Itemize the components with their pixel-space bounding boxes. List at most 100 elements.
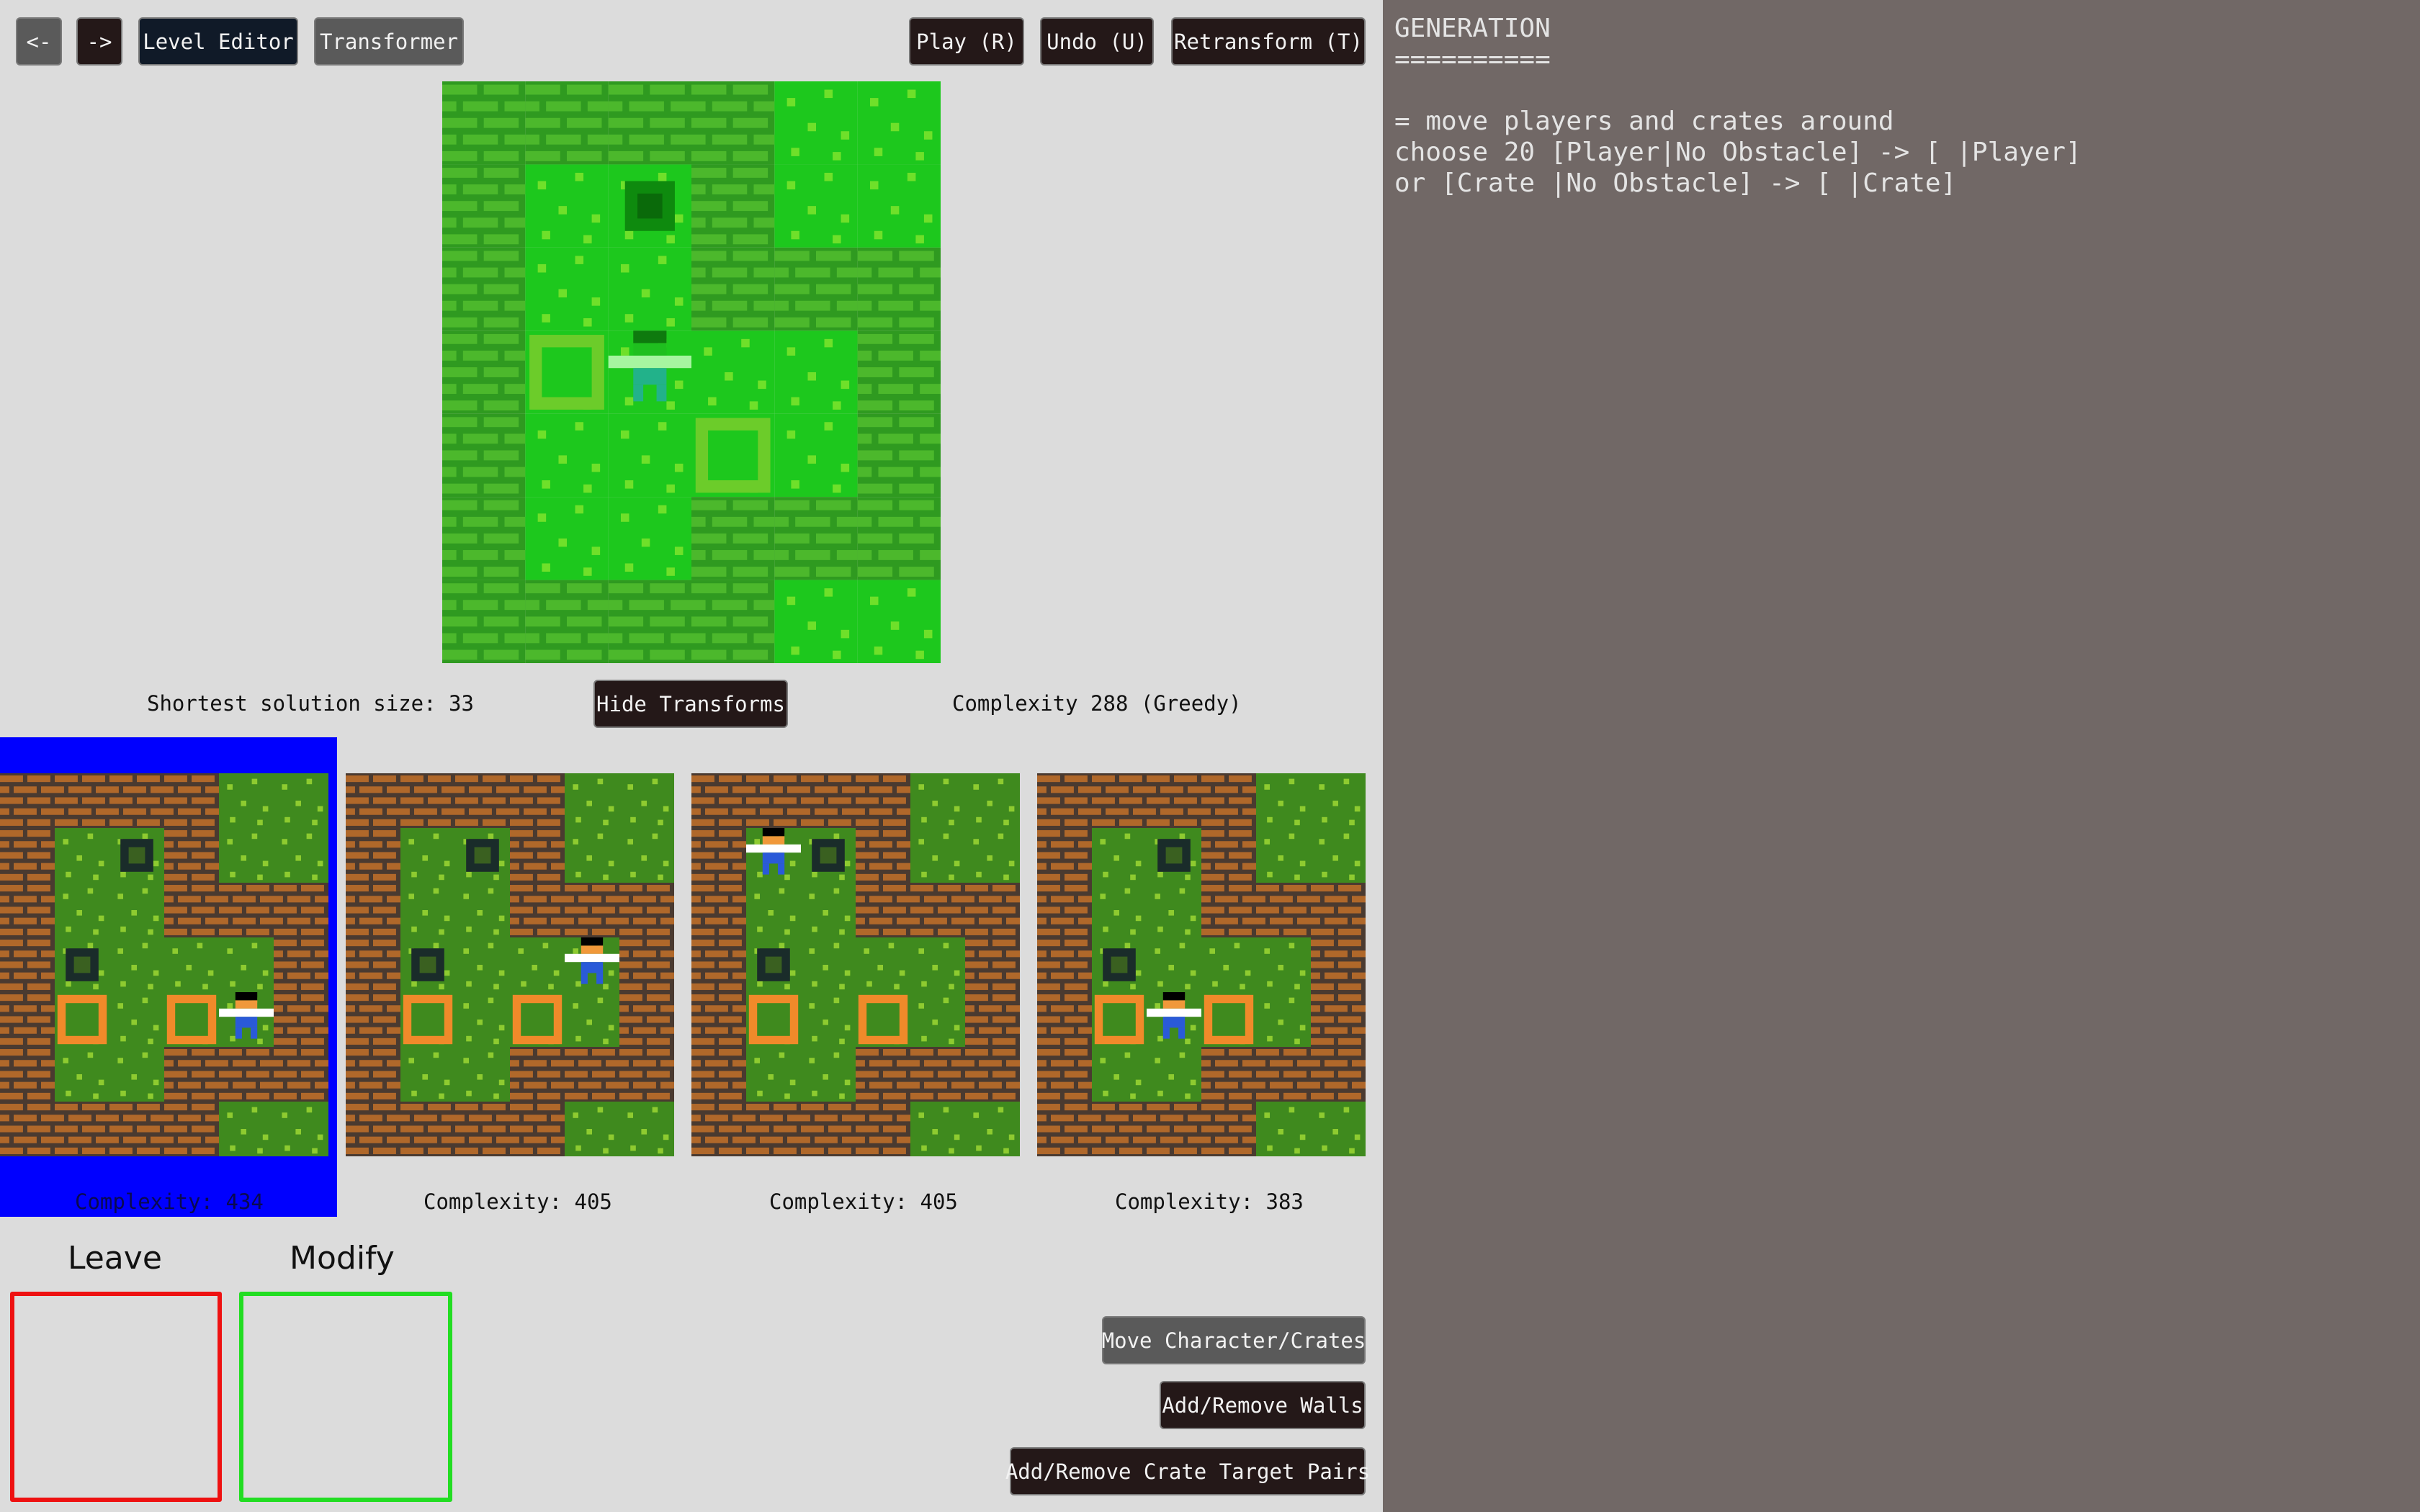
wall-brick <box>1051 950 1074 958</box>
wall-brick <box>301 885 324 892</box>
wall-brick <box>1133 1115 1147 1122</box>
wall-brick <box>287 1027 310 1034</box>
floor-speck <box>284 871 290 878</box>
wall-brick <box>992 961 1016 968</box>
wall-brick <box>537 1104 560 1111</box>
wall-brick <box>691 317 727 328</box>
wall-brick <box>233 1081 256 1089</box>
floor-speck <box>583 567 592 576</box>
modify-dropzone[interactable] <box>239 1292 452 1502</box>
wall-brick <box>1270 1060 1293 1067</box>
wall-brick <box>1078 1005 1092 1012</box>
wall-brick <box>938 906 961 914</box>
wall-brick <box>41 1115 55 1122</box>
wall-brick <box>537 885 560 892</box>
wall-brick <box>1283 1049 1307 1056</box>
play-button[interactable]: Play (R) <box>909 17 1024 66</box>
leave-dropzone[interactable] <box>10 1292 222 1502</box>
floor-speck <box>918 1112 924 1118</box>
wall-brick <box>633 1060 656 1067</box>
wall-brick <box>205 1060 219 1067</box>
floor-speck <box>477 965 483 971</box>
wall-brick <box>455 1136 465 1143</box>
wall-brick <box>260 917 274 924</box>
wall-brick <box>1051 1027 1074 1034</box>
wall-brick <box>592 1071 615 1078</box>
back-button[interactable]: <- <box>16 17 62 66</box>
forward-button[interactable]: -> <box>76 17 122 66</box>
floor-speck <box>230 981 236 987</box>
transform-thumbnail[interactable] <box>346 773 674 1156</box>
wall-brick <box>0 972 9 979</box>
wall-brick <box>41 808 55 815</box>
wall-brick <box>123 1136 146 1143</box>
floor-speck <box>1135 1079 1142 1086</box>
floor-speck <box>477 1020 483 1025</box>
wall-brick <box>869 1081 892 1089</box>
floor-speck <box>1124 1052 1131 1058</box>
wall-brick <box>525 633 539 644</box>
transform-thumbnail[interactable] <box>1037 773 1366 1156</box>
floor-speck <box>666 567 675 576</box>
wall-brick <box>137 797 160 804</box>
level-editor-button[interactable]: Level Editor <box>138 17 298 66</box>
floor-speck <box>894 984 900 990</box>
wall-brick <box>1006 896 1020 903</box>
wall-brick <box>455 1147 478 1154</box>
wall-brick <box>27 1104 50 1111</box>
wall-brick <box>691 917 701 924</box>
wall-brick <box>96 1136 109 1143</box>
wall-brick <box>1229 1104 1252 1111</box>
wall-brick <box>14 972 37 979</box>
wall-brick <box>442 786 455 793</box>
wall-brick <box>965 961 988 968</box>
floor-speck <box>1130 984 1136 990</box>
wall-brick <box>951 896 965 903</box>
wall-brick <box>524 808 547 815</box>
add-remove-crate-target-pairs-button[interactable]: Add/Remove Crate Target Pairs <box>1005 1447 1370 1495</box>
floor-speck <box>1319 839 1325 845</box>
wall-brick <box>650 616 685 627</box>
transform-thumbnail[interactable] <box>0 773 328 1156</box>
wall-brick <box>504 101 526 112</box>
wall-brick <box>1065 1016 1088 1023</box>
wall-brick <box>732 251 768 261</box>
wall-brick <box>0 775 23 783</box>
floor-speck <box>1299 806 1306 812</box>
floor-speck <box>932 965 938 971</box>
wall-brick <box>1037 830 1060 837</box>
wall-brick <box>842 808 856 815</box>
floor-speck <box>1278 1020 1283 1025</box>
wall-brick <box>1242 786 1256 793</box>
wall-brick <box>510 1081 519 1089</box>
wall-brick <box>1311 1038 1334 1045</box>
wall-brick <box>192 1071 215 1078</box>
wall-brick <box>1325 1027 1348 1034</box>
transformer-button[interactable]: Transformer <box>314 17 464 66</box>
wall-brick <box>732 896 746 903</box>
floor-speck <box>620 513 629 522</box>
hide-transforms-button[interactable]: Hide Transforms <box>593 680 788 728</box>
wall-brick <box>442 201 478 212</box>
retransform-button[interactable]: Retransform (T) <box>1171 17 1366 66</box>
target-core <box>73 956 91 973</box>
wall-brick <box>660 972 674 979</box>
level-preview[interactable] <box>442 81 941 663</box>
floor-speck <box>833 833 840 840</box>
add-remove-walls-button[interactable]: Add/Remove Walls <box>1160 1381 1366 1429</box>
player-arms <box>219 1008 274 1017</box>
wall-brick <box>691 961 714 968</box>
floor-speck <box>923 629 933 639</box>
wall-brick <box>619 1049 642 1056</box>
undo-button[interactable]: Undo (U) <box>1040 17 1154 66</box>
wall-brick <box>567 616 602 627</box>
wall-brick <box>691 516 706 527</box>
wall-brick <box>774 533 810 544</box>
wall-brick <box>1051 917 1074 924</box>
wall-brick <box>691 1115 701 1122</box>
wall-brick <box>0 797 23 804</box>
wall-brick <box>774 567 810 577</box>
floor-speck <box>768 1074 774 1080</box>
transform-thumbnail[interactable] <box>691 773 1020 1156</box>
move-character-crates-button[interactable]: Move Character/Crates <box>1102 1316 1366 1364</box>
